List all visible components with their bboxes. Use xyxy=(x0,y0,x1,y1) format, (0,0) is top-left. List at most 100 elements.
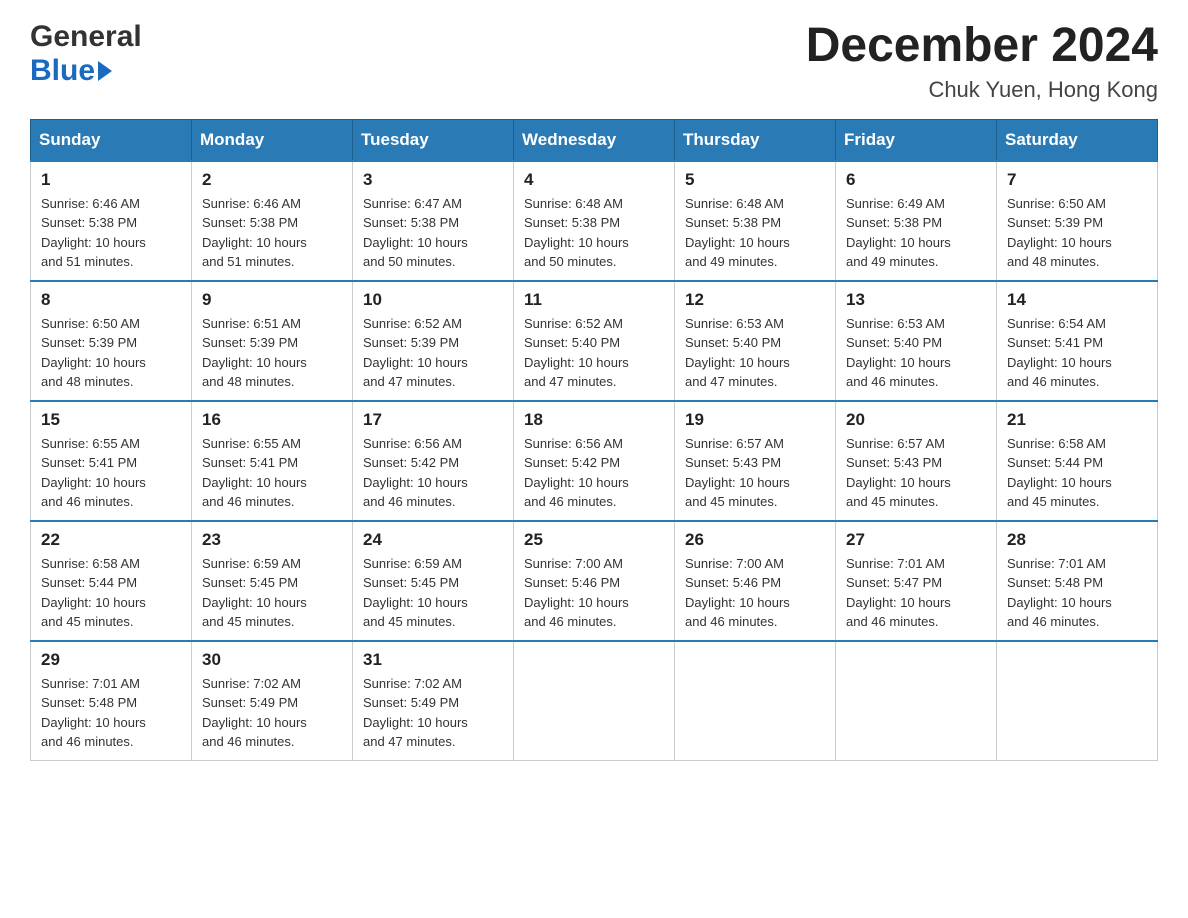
day-number: 9 xyxy=(202,290,342,310)
day-info: Sunrise: 6:46 AM Sunset: 5:38 PM Dayligh… xyxy=(41,194,181,272)
calendar-cell: 31 Sunrise: 7:02 AM Sunset: 5:49 PM Dayl… xyxy=(353,641,514,761)
day-info: Sunrise: 6:59 AM Sunset: 5:45 PM Dayligh… xyxy=(363,554,503,632)
calendar-cell: 30 Sunrise: 7:02 AM Sunset: 5:49 PM Dayl… xyxy=(192,641,353,761)
day-number: 31 xyxy=(363,650,503,670)
day-info: Sunrise: 6:53 AM Sunset: 5:40 PM Dayligh… xyxy=(685,314,825,392)
day-number: 4 xyxy=(524,170,664,190)
logo-arrow-icon xyxy=(98,61,112,81)
calendar-cell: 27 Sunrise: 7:01 AM Sunset: 5:47 PM Dayl… xyxy=(836,521,997,641)
day-number: 24 xyxy=(363,530,503,550)
day-number: 22 xyxy=(41,530,181,550)
calendar-week-5: 29 Sunrise: 7:01 AM Sunset: 5:48 PM Dayl… xyxy=(31,641,1158,761)
calendar-week-1: 1 Sunrise: 6:46 AM Sunset: 5:38 PM Dayli… xyxy=(31,161,1158,281)
calendar-cell xyxy=(836,641,997,761)
day-number: 23 xyxy=(202,530,342,550)
column-header-monday: Monday xyxy=(192,119,353,161)
calendar-cell: 8 Sunrise: 6:50 AM Sunset: 5:39 PM Dayli… xyxy=(31,281,192,401)
day-info: Sunrise: 6:59 AM Sunset: 5:45 PM Dayligh… xyxy=(202,554,342,632)
calendar-cell xyxy=(997,641,1158,761)
day-number: 6 xyxy=(846,170,986,190)
day-info: Sunrise: 6:54 AM Sunset: 5:41 PM Dayligh… xyxy=(1007,314,1147,392)
day-number: 15 xyxy=(41,410,181,430)
day-number: 2 xyxy=(202,170,342,190)
day-info: Sunrise: 7:00 AM Sunset: 5:46 PM Dayligh… xyxy=(685,554,825,632)
day-number: 19 xyxy=(685,410,825,430)
calendar-cell: 19 Sunrise: 6:57 AM Sunset: 5:43 PM Dayl… xyxy=(675,401,836,521)
day-number: 14 xyxy=(1007,290,1147,310)
calendar-cell: 7 Sunrise: 6:50 AM Sunset: 5:39 PM Dayli… xyxy=(997,161,1158,281)
calendar-cell xyxy=(514,641,675,761)
day-number: 3 xyxy=(363,170,503,190)
day-number: 5 xyxy=(685,170,825,190)
calendar-cell: 2 Sunrise: 6:46 AM Sunset: 5:38 PM Dayli… xyxy=(192,161,353,281)
day-info: Sunrise: 6:56 AM Sunset: 5:42 PM Dayligh… xyxy=(363,434,503,512)
calendar-cell: 4 Sunrise: 6:48 AM Sunset: 5:38 PM Dayli… xyxy=(514,161,675,281)
calendar-cell: 14 Sunrise: 6:54 AM Sunset: 5:41 PM Dayl… xyxy=(997,281,1158,401)
day-number: 7 xyxy=(1007,170,1147,190)
column-header-tuesday: Tuesday xyxy=(353,119,514,161)
title-block: December 2024 Chuk Yuen, Hong Kong xyxy=(806,20,1158,103)
day-number: 13 xyxy=(846,290,986,310)
day-info: Sunrise: 6:52 AM Sunset: 5:40 PM Dayligh… xyxy=(524,314,664,392)
day-info: Sunrise: 6:47 AM Sunset: 5:38 PM Dayligh… xyxy=(363,194,503,272)
column-header-wednesday: Wednesday xyxy=(514,119,675,161)
day-number: 21 xyxy=(1007,410,1147,430)
day-info: Sunrise: 7:01 AM Sunset: 5:48 PM Dayligh… xyxy=(1007,554,1147,632)
day-number: 28 xyxy=(1007,530,1147,550)
day-info: Sunrise: 6:56 AM Sunset: 5:42 PM Dayligh… xyxy=(524,434,664,512)
calendar-cell: 11 Sunrise: 6:52 AM Sunset: 5:40 PM Dayl… xyxy=(514,281,675,401)
location-title: Chuk Yuen, Hong Kong xyxy=(806,77,1158,103)
calendar-cell: 20 Sunrise: 6:57 AM Sunset: 5:43 PM Dayl… xyxy=(836,401,997,521)
calendar-cell: 13 Sunrise: 6:53 AM Sunset: 5:40 PM Dayl… xyxy=(836,281,997,401)
day-info: Sunrise: 6:51 AM Sunset: 5:39 PM Dayligh… xyxy=(202,314,342,392)
calendar-cell: 10 Sunrise: 6:52 AM Sunset: 5:39 PM Dayl… xyxy=(353,281,514,401)
calendar-cell: 24 Sunrise: 6:59 AM Sunset: 5:45 PM Dayl… xyxy=(353,521,514,641)
day-info: Sunrise: 6:52 AM Sunset: 5:39 PM Dayligh… xyxy=(363,314,503,392)
calendar-cell: 5 Sunrise: 6:48 AM Sunset: 5:38 PM Dayli… xyxy=(675,161,836,281)
calendar-week-4: 22 Sunrise: 6:58 AM Sunset: 5:44 PM Dayl… xyxy=(31,521,1158,641)
day-info: Sunrise: 7:00 AM Sunset: 5:46 PM Dayligh… xyxy=(524,554,664,632)
day-info: Sunrise: 6:50 AM Sunset: 5:39 PM Dayligh… xyxy=(41,314,181,392)
day-info: Sunrise: 6:55 AM Sunset: 5:41 PM Dayligh… xyxy=(41,434,181,512)
calendar-cell: 12 Sunrise: 6:53 AM Sunset: 5:40 PM Dayl… xyxy=(675,281,836,401)
day-number: 10 xyxy=(363,290,503,310)
day-info: Sunrise: 6:48 AM Sunset: 5:38 PM Dayligh… xyxy=(524,194,664,272)
day-number: 29 xyxy=(41,650,181,670)
calendar-cell: 28 Sunrise: 7:01 AM Sunset: 5:48 PM Dayl… xyxy=(997,521,1158,641)
calendar-cell: 26 Sunrise: 7:00 AM Sunset: 5:46 PM Dayl… xyxy=(675,521,836,641)
calendar-cell: 16 Sunrise: 6:55 AM Sunset: 5:41 PM Dayl… xyxy=(192,401,353,521)
day-number: 11 xyxy=(524,290,664,310)
day-info: Sunrise: 6:57 AM Sunset: 5:43 PM Dayligh… xyxy=(846,434,986,512)
day-number: 17 xyxy=(363,410,503,430)
day-info: Sunrise: 6:58 AM Sunset: 5:44 PM Dayligh… xyxy=(41,554,181,632)
day-number: 25 xyxy=(524,530,664,550)
column-header-saturday: Saturday xyxy=(997,119,1158,161)
calendar-cell: 23 Sunrise: 6:59 AM Sunset: 5:45 PM Dayl… xyxy=(192,521,353,641)
page-header: General Blue December 2024 Chuk Yuen, Ho… xyxy=(30,20,1158,103)
calendar-cell: 25 Sunrise: 7:00 AM Sunset: 5:46 PM Dayl… xyxy=(514,521,675,641)
day-number: 16 xyxy=(202,410,342,430)
day-info: Sunrise: 7:02 AM Sunset: 5:49 PM Dayligh… xyxy=(363,674,503,752)
day-number: 27 xyxy=(846,530,986,550)
calendar-cell: 9 Sunrise: 6:51 AM Sunset: 5:39 PM Dayli… xyxy=(192,281,353,401)
day-number: 20 xyxy=(846,410,986,430)
day-info: Sunrise: 7:02 AM Sunset: 5:49 PM Dayligh… xyxy=(202,674,342,752)
day-info: Sunrise: 6:48 AM Sunset: 5:38 PM Dayligh… xyxy=(685,194,825,272)
calendar-cell: 3 Sunrise: 6:47 AM Sunset: 5:38 PM Dayli… xyxy=(353,161,514,281)
calendar-cell: 6 Sunrise: 6:49 AM Sunset: 5:38 PM Dayli… xyxy=(836,161,997,281)
month-year-title: December 2024 xyxy=(806,20,1158,73)
day-number: 12 xyxy=(685,290,825,310)
day-info: Sunrise: 6:55 AM Sunset: 5:41 PM Dayligh… xyxy=(202,434,342,512)
calendar-cell: 17 Sunrise: 6:56 AM Sunset: 5:42 PM Dayl… xyxy=(353,401,514,521)
day-info: Sunrise: 6:57 AM Sunset: 5:43 PM Dayligh… xyxy=(685,434,825,512)
day-info: Sunrise: 6:50 AM Sunset: 5:39 PM Dayligh… xyxy=(1007,194,1147,272)
calendar-cell: 22 Sunrise: 6:58 AM Sunset: 5:44 PM Dayl… xyxy=(31,521,192,641)
day-number: 1 xyxy=(41,170,181,190)
calendar-cell: 18 Sunrise: 6:56 AM Sunset: 5:42 PM Dayl… xyxy=(514,401,675,521)
day-number: 30 xyxy=(202,650,342,670)
column-header-friday: Friday xyxy=(836,119,997,161)
calendar-cell: 1 Sunrise: 6:46 AM Sunset: 5:38 PM Dayli… xyxy=(31,161,192,281)
day-number: 26 xyxy=(685,530,825,550)
day-info: Sunrise: 6:46 AM Sunset: 5:38 PM Dayligh… xyxy=(202,194,342,272)
calendar-cell: 15 Sunrise: 6:55 AM Sunset: 5:41 PM Dayl… xyxy=(31,401,192,521)
